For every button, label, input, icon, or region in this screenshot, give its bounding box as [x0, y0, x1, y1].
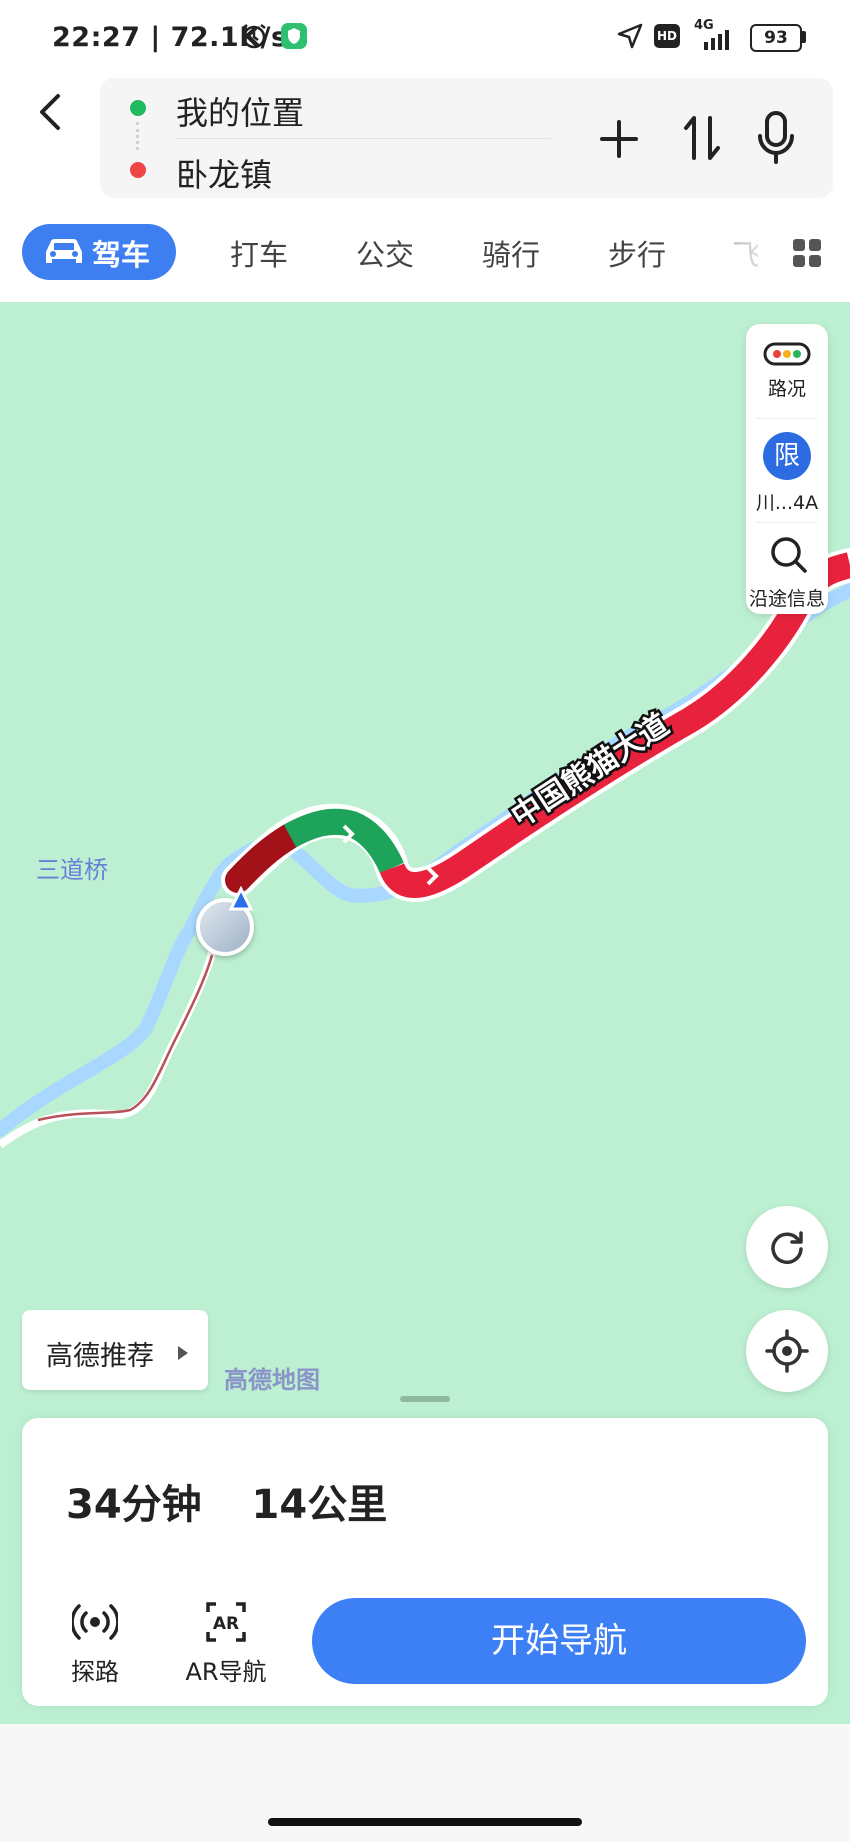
crosshair-icon — [765, 1329, 809, 1373]
back-arrow-icon[interactable] — [30, 92, 70, 132]
refresh-icon — [771, 1231, 803, 1264]
sheet-drag-handle[interactable] — [400, 1396, 450, 1402]
tab-drive[interactable]: 驾车 — [22, 224, 176, 280]
hd-badge: HD — [654, 24, 680, 48]
search-icon — [771, 537, 807, 573]
explore-button[interactable]: 探路 — [50, 1652, 140, 1687]
tab-fade — [730, 214, 790, 290]
destination-field[interactable]: 卧龙镇 — [176, 150, 272, 196]
more-modes-grid-icon[interactable] — [792, 238, 822, 268]
route-summary: 34分钟 14公里 — [66, 1472, 387, 1530]
refresh-button[interactable] — [746, 1206, 828, 1288]
battery-indicator: 93 — [750, 24, 802, 52]
route-distance: 14公里 — [251, 1482, 388, 1528]
status-bar: 22:27 | 72.1K/s HD 4G 93 — [0, 0, 850, 76]
origin-field[interactable]: 我的位置 — [176, 88, 304, 134]
destination-dot — [130, 162, 146, 178]
swap-route-icon[interactable] — [682, 114, 722, 162]
route-divider — [176, 138, 551, 139]
tool-divider — [756, 522, 818, 523]
plate-restriction-label[interactable]: 川...4A — [746, 488, 828, 515]
route-duration: 34分钟 — [66, 1482, 202, 1528]
start-navigation-button[interactable]: 开始导航 — [312, 1598, 806, 1684]
tab-bus[interactable]: 公交 — [356, 232, 414, 274]
place-label: 三道桥 — [36, 856, 108, 884]
map-tools-panel: 路况 限 川...4A 沿途信息 — [746, 324, 828, 614]
recommend-label: 高德推荐 — [46, 1341, 154, 1372]
ar-icon: AR — [206, 1602, 246, 1642]
heading-arrow-icon — [228, 886, 254, 911]
svg-text:AR: AR — [213, 1614, 239, 1634]
along-route-info[interactable]: 沿途信息 — [746, 584, 828, 611]
tab-walk[interactable]: 步行 — [608, 232, 666, 274]
microphone-icon[interactable] — [756, 110, 796, 166]
road-name-label: 中国熊猫大道 — [505, 707, 675, 834]
explore-signal-icon — [72, 1604, 118, 1640]
alarm-icon — [242, 24, 266, 49]
signal-icon — [704, 30, 729, 50]
traffic-light-icon — [763, 342, 811, 366]
locate-me-button[interactable] — [746, 1310, 828, 1392]
tool-divider — [756, 418, 818, 419]
shield-app-icon — [281, 23, 307, 49]
add-waypoint-icon[interactable] — [598, 118, 640, 160]
restriction-badge[interactable]: 限 — [763, 432, 811, 480]
tab-taxi[interactable]: 打车 — [230, 232, 288, 274]
origin-dot — [130, 100, 146, 116]
car-icon — [46, 239, 82, 263]
tab-drive-label: 驾车 — [92, 238, 151, 272]
amap-watermark: 高德地图 — [224, 1366, 320, 1394]
route-connector — [136, 122, 143, 150]
ar-navigation-button[interactable]: AR导航 — [170, 1652, 282, 1687]
battery-tip — [802, 31, 806, 43]
tab-bike[interactable]: 骑行 — [482, 232, 540, 274]
location-arrow-icon — [617, 23, 643, 49]
play-triangle-icon — [178, 1346, 188, 1360]
traffic-toggle[interactable]: 路况 — [746, 374, 828, 401]
home-indicator[interactable] — [268, 1818, 582, 1826]
